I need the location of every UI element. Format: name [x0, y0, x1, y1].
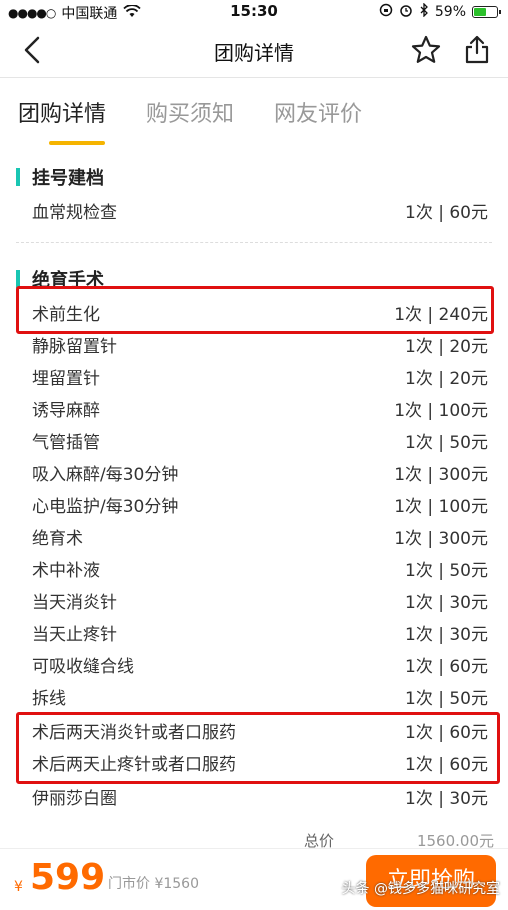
list-item: 当天止疼针 1次 | 30元 — [32, 616, 488, 648]
store-price: 门市价 ¥1560 — [108, 876, 199, 892]
item-name: 当天止疼针 — [32, 624, 117, 645]
item-price: 1次 | 20元 — [405, 336, 488, 357]
item-price: 1次 | 100元 — [394, 400, 488, 421]
item-name: 气管插管 — [32, 432, 100, 453]
group-price: 599 — [30, 857, 106, 898]
list-item: 诱导麻醉 1次 | 100元 — [32, 392, 488, 424]
active-tab-indicator — [49, 141, 105, 145]
list-item: 绝育术 1次 | 300元 — [32, 520, 488, 552]
item-price: 1次 | 60元 — [405, 656, 488, 677]
item-name: 埋留置针 — [32, 368, 100, 389]
list-item: 吸入麻醉/每30分钟 1次 | 300元 — [32, 456, 488, 488]
item-name: 血常规检查 — [32, 202, 117, 223]
item-price: 1次 | 300元 — [394, 528, 488, 549]
battery-icon — [472, 6, 501, 18]
bluetooth-icon — [419, 2, 429, 21]
section-title-registration: 挂号建档 — [16, 164, 104, 190]
list-item: 可吸收缝合线 1次 | 60元 — [32, 648, 488, 680]
battery-fill — [474, 8, 487, 16]
favorite-star-icon[interactable] — [410, 34, 442, 66]
highlight-box-preop — [16, 286, 494, 334]
item-name: 绝育术 — [32, 528, 83, 549]
item-price: 1次 | 50元 — [405, 432, 488, 453]
status-right: 59% — [379, 2, 501, 21]
item-name: 吸入麻醉/每30分钟 — [32, 464, 179, 485]
list-item: 气管插管 1次 | 50元 — [32, 424, 488, 456]
section-marker — [16, 168, 20, 186]
item-name: 诱导麻醉 — [32, 400, 100, 421]
status-bar: ●●●●○ 中国联通 15:30 59% — [0, 0, 508, 24]
item-name: 可吸收缝合线 — [32, 656, 134, 677]
item-price: 1次 | 300元 — [394, 464, 488, 485]
item-price: 1次 | 20元 — [405, 368, 488, 389]
item-name: 拆线 — [32, 688, 66, 709]
list-item: 伊丽莎白圈 1次 | 30元 — [32, 780, 488, 812]
tab-detail[interactable]: 团购详情 — [18, 96, 106, 128]
purchase-bar: ¥ 599 门市价 ¥1560 立即抢购 头条 @钱多多猫咪研究室 — [0, 848, 508, 910]
item-name: 心电监护/每30分钟 — [32, 496, 179, 517]
item-price: 1次 | 50元 — [405, 560, 488, 581]
item-name: 静脉留置针 — [32, 336, 117, 357]
list-item: 埋留置针 1次 | 20元 — [32, 360, 488, 392]
tab-reviews[interactable]: 网友评价 — [274, 96, 362, 128]
watermark: 头条 @钱多多猫咪研究室 — [341, 881, 500, 897]
item-price: 1次 | 30元 — [405, 788, 488, 809]
divider — [16, 242, 492, 243]
share-icon[interactable] — [462, 34, 492, 66]
item-price: 1次 | 30元 — [405, 592, 488, 613]
list-item: 当天消炎针 1次 | 30元 — [32, 584, 488, 616]
nav-bar: 团购详情 — [0, 24, 508, 78]
battery-percent: 59% — [434, 4, 466, 20]
section-label: 挂号建档 — [32, 168, 104, 189]
tab-bar: 团购详情 购买须知 网友评价 — [0, 96, 508, 150]
list-item: 心电监护/每30分钟 1次 | 100元 — [32, 488, 488, 520]
list-item: 拆线 1次 | 50元 — [32, 680, 488, 712]
item-price: 1次 | 60元 — [405, 202, 488, 223]
item-name: 当天消炎针 — [32, 592, 117, 613]
tab-notice[interactable]: 购买须知 — [146, 96, 234, 128]
highlight-box-postop — [16, 712, 500, 784]
total-row: 总价 1560.00元 — [0, 830, 508, 850]
alarm-icon — [399, 3, 413, 21]
item-price: 1次 | 100元 — [394, 496, 488, 517]
item-name: 伊丽莎白圈 — [32, 788, 117, 809]
item-price: 1次 | 50元 — [405, 688, 488, 709]
item-price: 1次 | 30元 — [405, 624, 488, 645]
list-item: 血常规检查 1次 | 60元 — [32, 194, 488, 226]
orientation-lock-icon — [379, 3, 393, 21]
item-name: 术中补液 — [32, 560, 100, 581]
currency-symbol: ¥ — [14, 879, 23, 895]
list-item: 术中补液 1次 | 50元 — [32, 552, 488, 584]
